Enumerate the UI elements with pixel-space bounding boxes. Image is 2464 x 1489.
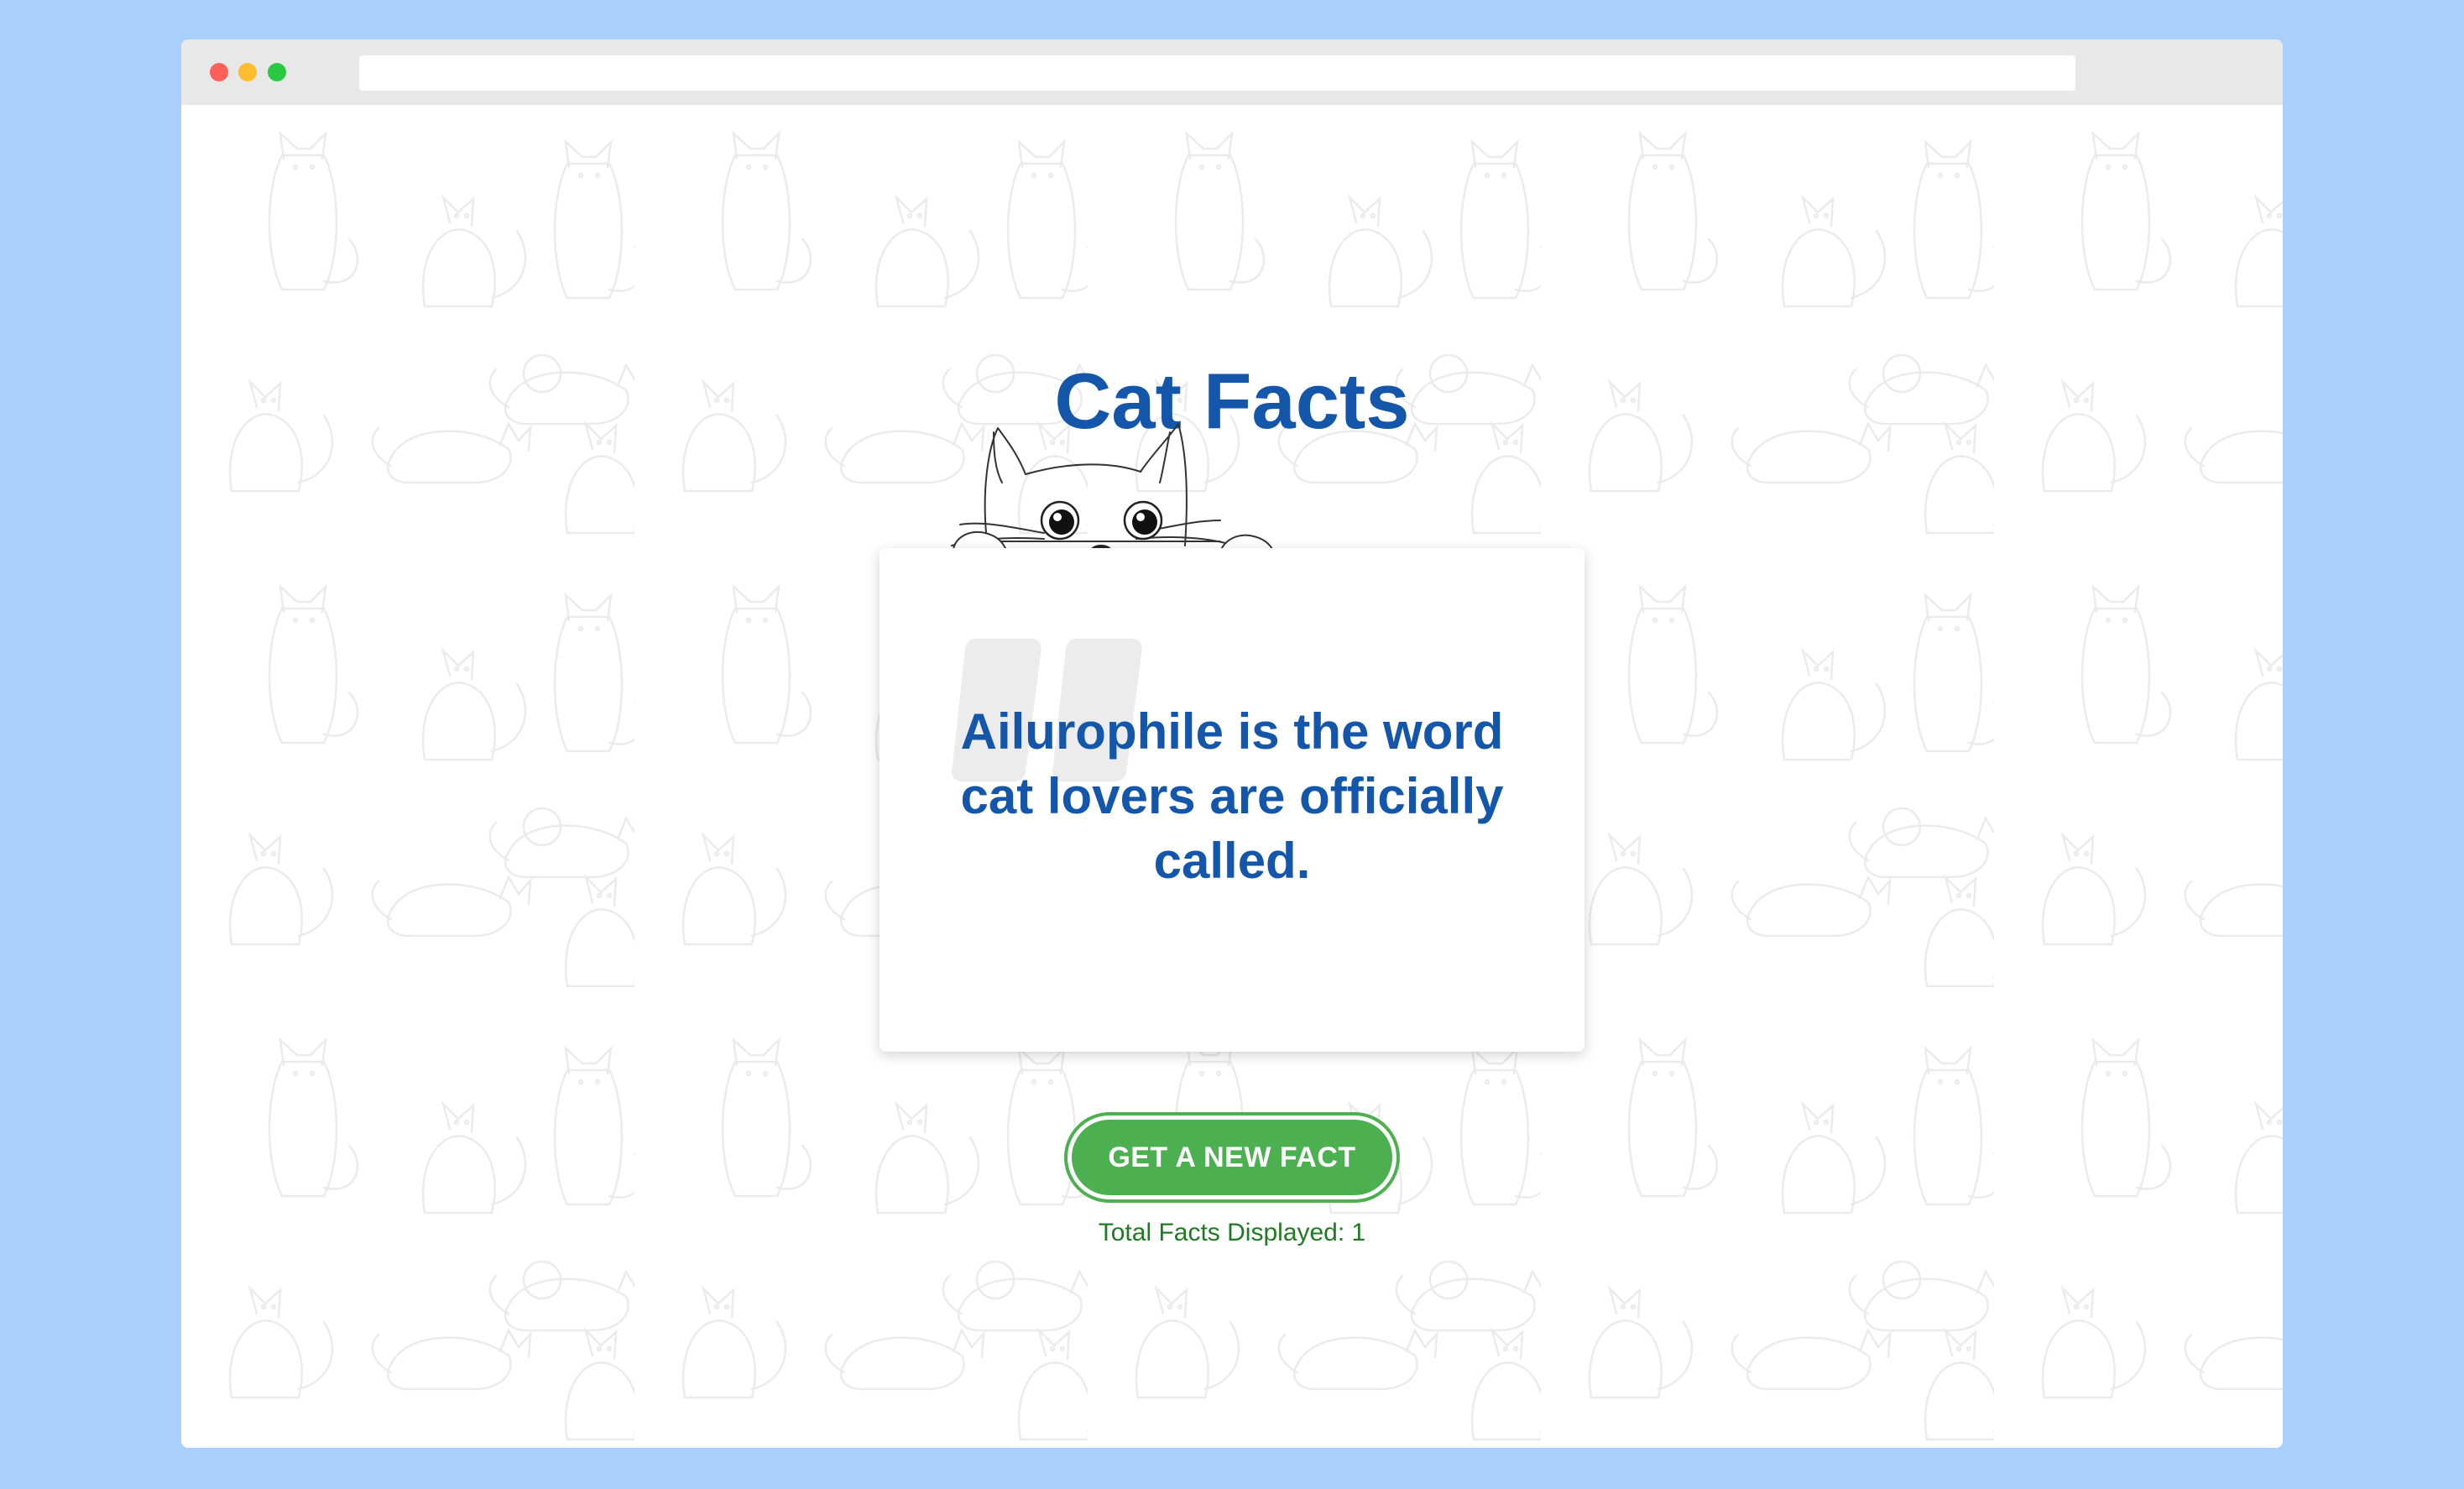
browser-titlebar: [181, 39, 2283, 105]
peeking-cat-icon: [951, 423, 1276, 571]
page-viewport: Cat Facts Ailurophile is the word cat lo…: [181, 105, 2283, 1448]
close-icon[interactable]: [210, 63, 228, 81]
address-bar[interactable]: [359, 55, 2075, 91]
fact-card: Ailurophile is the word cat lovers are o…: [880, 548, 1584, 1052]
browser-window: Cat Facts Ailurophile is the word cat lo…: [181, 39, 2283, 1448]
get-new-fact-button-label[interactable]: GET A NEW FACT: [1072, 1120, 1392, 1195]
get-new-fact-button[interactable]: GET A NEW FACT: [1064, 1112, 1400, 1203]
maximize-icon[interactable]: [268, 63, 286, 81]
minimize-icon[interactable]: [238, 63, 257, 81]
fact-text: Ailurophile is the word cat lovers are o…: [960, 703, 1504, 889]
facts-counter: Total Facts Displayed: 1: [1098, 1219, 1366, 1246]
